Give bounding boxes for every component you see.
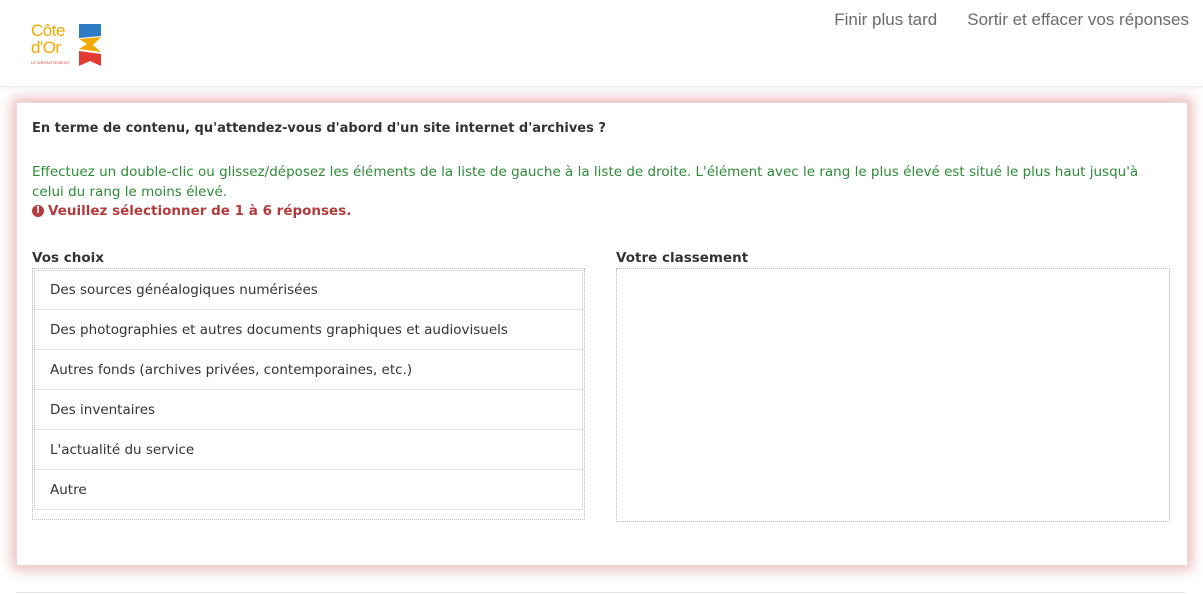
top-bar: Côte d'Or LE DÉPARTEMENT Finir plus tard… (0, 0, 1203, 87)
exit-clear-link[interactable]: Sortir et effacer vos réponses (967, 10, 1189, 30)
choice-item[interactable]: Des inventaires (34, 390, 583, 430)
choice-item[interactable]: L'actualité du service (34, 430, 583, 470)
choice-item[interactable]: Autre (34, 470, 583, 510)
logo-flag-icon (79, 24, 101, 66)
choice-item[interactable]: Des sources généalogiques numérisées (34, 270, 583, 310)
exclamation-circle-icon: ! (32, 205, 44, 217)
finish-later-link[interactable]: Finir plus tard (834, 10, 937, 30)
logo-subtitle: LE DÉPARTEMENT (31, 60, 70, 65)
cote-dor-logo[interactable]: Côte d'Or LE DÉPARTEMENT (31, 22, 103, 68)
ranking-dropzone[interactable] (616, 268, 1170, 522)
logo-text: Côte d'Or (31, 21, 65, 57)
question-help: Effectuez un double-clic ou glissez/dépo… (32, 164, 1139, 200)
error-text: Veuillez sélectionner de 1 à 6 réponses. (48, 203, 352, 219)
choice-item[interactable]: Autres fonds (archives privées, contempo… (34, 350, 583, 390)
top-nav: Finir plus tard Sortir et effacer vos ré… (834, 10, 1189, 30)
question-panel: En terme de contenu, qu'attendez-vous d'… (16, 102, 1188, 566)
question-title: En terme de contenu, qu'attendez-vous d'… (32, 121, 606, 136)
choices-label: Vos choix (32, 250, 104, 266)
choice-item[interactable]: Des photographies et autres documents gr… (34, 310, 583, 350)
error-message: ! Veuillez sélectionner de 1 à 6 réponse… (32, 203, 351, 219)
footer-divider (16, 592, 1186, 593)
ranking-label: Votre classement (616, 250, 749, 266)
choices-list: Des sources généalogiques numérisées Des… (32, 268, 585, 520)
